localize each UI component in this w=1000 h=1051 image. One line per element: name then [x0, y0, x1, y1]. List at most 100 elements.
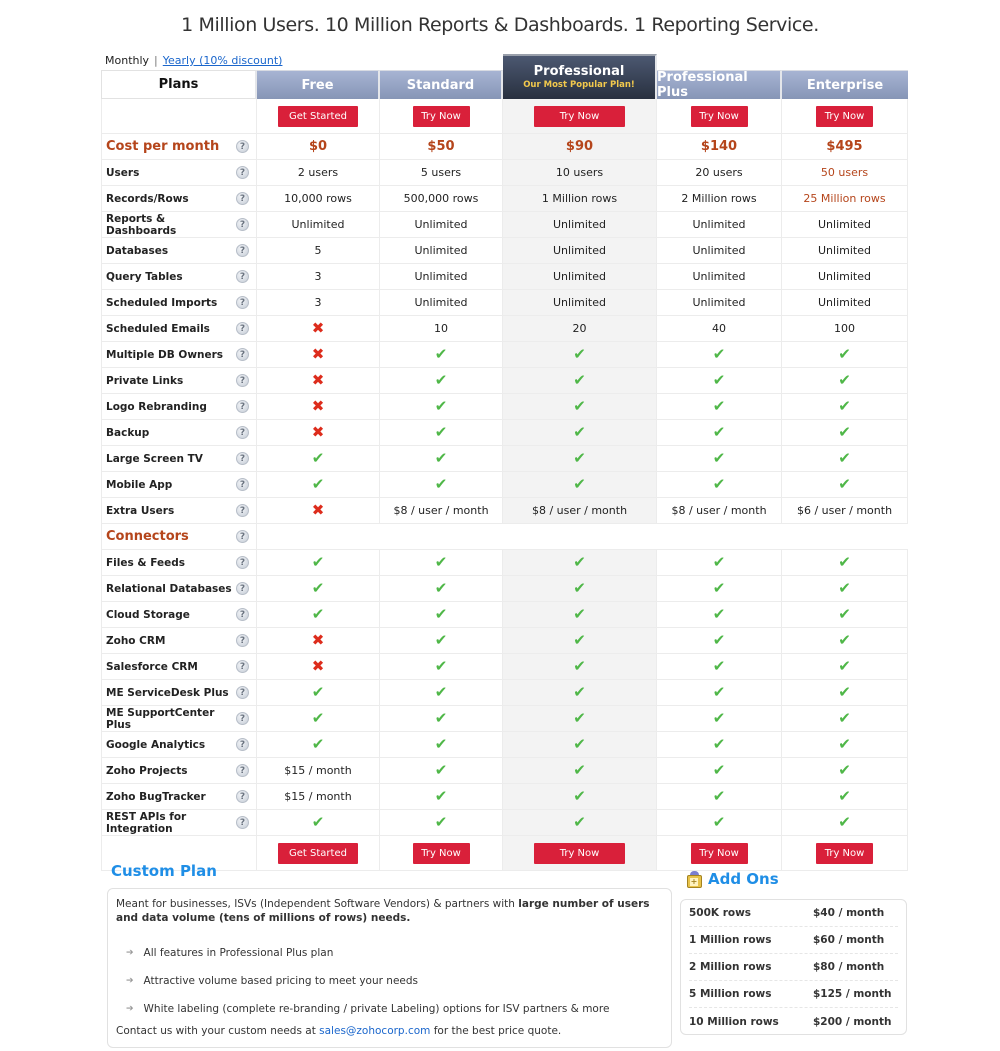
- help-icon[interactable]: ?: [236, 608, 249, 621]
- feature-label: Google Analytics: [106, 738, 206, 751]
- try-now-button-professional-bottom[interactable]: Try Now: [534, 842, 625, 864]
- feature-label-cell: Scheduled Emails?: [101, 316, 257, 341]
- add-ons-title: Add Ons: [708, 870, 779, 888]
- plan-header-professional-plus: Professional Plus: [657, 70, 782, 100]
- value-cell-professional: 1 Million rows: [503, 186, 657, 211]
- value-text: Unlimited: [818, 244, 871, 257]
- cross-icon: ✖: [311, 423, 325, 441]
- check-icon: ✔: [434, 709, 448, 727]
- help-icon[interactable]: ?: [236, 244, 249, 257]
- table-row: ME ServiceDesk Plus? ✔ ✔ ✔ ✔ ✔: [101, 680, 908, 706]
- check-icon: ✔: [712, 761, 726, 779]
- value-cell-professional: ✔: [503, 654, 657, 679]
- yearly-option-link[interactable]: Yearly (10% discount): [163, 54, 283, 67]
- get-started-button-free[interactable]: Get Started: [278, 105, 358, 127]
- help-icon[interactable]: ?: [236, 218, 249, 231]
- help-icon[interactable]: ?: [236, 348, 249, 361]
- value-text: 1 Million rows: [541, 192, 618, 205]
- help-icon[interactable]: ?: [236, 322, 249, 335]
- get-started-button-free-bottom[interactable]: Get Started: [278, 842, 358, 864]
- value-cell-professional-plus: ✔: [657, 784, 782, 809]
- help-icon[interactable]: ?: [236, 452, 249, 465]
- help-icon[interactable]: ?: [236, 400, 249, 413]
- value-cell-free: ✔: [257, 472, 380, 497]
- feature-label: Databases: [106, 244, 169, 257]
- sales-email-link[interactable]: sales@zohocorp.com: [319, 1025, 430, 1037]
- value-cell-free: $15 / month: [257, 784, 380, 809]
- feature-label-cell: Google Analytics?: [101, 732, 257, 757]
- value-cell-free: ✖: [257, 628, 380, 653]
- billing-toggle: Monthly | Yearly (10% discount): [105, 54, 282, 67]
- check-icon: ✔: [838, 683, 851, 701]
- help-icon[interactable]: ?: [236, 738, 249, 751]
- check-icon: ✔: [573, 475, 586, 493]
- help-icon[interactable]: ?: [236, 556, 249, 569]
- try-now-button-enterprise[interactable]: Try Now: [816, 105, 873, 127]
- check-icon: ✔: [712, 553, 726, 571]
- contact-suffix: for the best price quote.: [430, 1025, 562, 1037]
- check-icon: ✔: [573, 397, 586, 415]
- plan-header-standard: Standard: [380, 70, 503, 99]
- help-icon[interactable]: ?: [236, 140, 249, 153]
- value-cell-enterprise: ✔: [782, 810, 908, 835]
- value-cell-professional: ✔: [503, 680, 657, 705]
- help-icon[interactable]: ?: [236, 712, 249, 725]
- value-cell-professional-plus: ✔: [657, 550, 782, 575]
- value-cell-free: $15 / month: [257, 758, 380, 783]
- value-text: 500,000 rows: [403, 192, 479, 205]
- help-icon[interactable]: ?: [236, 660, 249, 673]
- help-icon[interactable]: ?: [236, 192, 249, 205]
- help-icon[interactable]: ?: [236, 166, 249, 179]
- try-now-button-standard-bottom[interactable]: Try Now: [412, 842, 470, 864]
- value-cell-free: ✖: [257, 342, 380, 367]
- try-now-button-professional[interactable]: Try Now: [534, 105, 625, 127]
- help-icon[interactable]: ?: [236, 374, 249, 387]
- help-icon[interactable]: ?: [236, 296, 249, 309]
- help-icon[interactable]: ?: [236, 686, 249, 699]
- value-text: 3: [314, 270, 322, 283]
- value-text: 5: [314, 244, 322, 257]
- monthly-option[interactable]: Monthly: [105, 54, 149, 67]
- value-text: Unlimited: [553, 296, 606, 309]
- help-icon[interactable]: ?: [236, 634, 249, 647]
- help-icon[interactable]: ?: [236, 816, 249, 829]
- value-cell-free: ✔: [257, 680, 380, 705]
- value-cell-standard: Unlimited: [380, 238, 503, 263]
- help-icon[interactable]: ?: [236, 270, 249, 283]
- help-icon[interactable]: ?: [236, 504, 249, 517]
- value-cell-professional: $8 / user / month: [503, 498, 657, 523]
- try-now-button-professional-plus[interactable]: Try Now: [690, 105, 748, 127]
- custom-plan-box: Meant for businesses, ISVs (Independent …: [107, 888, 672, 1048]
- feature-label: Backup: [106, 426, 150, 439]
- value-cell-free: ✔: [257, 446, 380, 471]
- feature-label: Salesforce CRM: [106, 660, 198, 673]
- help-icon[interactable]: ?: [236, 790, 249, 803]
- value-cell-professional: Unlimited: [503, 212, 657, 237]
- check-icon: ✔: [712, 735, 726, 753]
- value-cell-professional: ✔: [503, 446, 657, 471]
- value-cell-standard: ✔: [380, 654, 503, 679]
- cross-icon: ✖: [311, 631, 325, 649]
- feature-label-cell: Salesforce CRM?: [101, 654, 257, 679]
- check-icon: ✔: [573, 761, 586, 779]
- check-icon: ✔: [838, 553, 851, 571]
- try-now-button-standard[interactable]: Try Now: [412, 105, 470, 127]
- try-now-button-enterprise-bottom[interactable]: Try Now: [816, 842, 873, 864]
- value-text: Unlimited: [692, 218, 746, 231]
- value-cell-enterprise: ✔: [782, 732, 908, 757]
- table-row: Backup? ✖ ✔ ✔ ✔ ✔: [101, 420, 908, 446]
- help-icon[interactable]: ?: [236, 582, 249, 595]
- addon-price: $60 / month: [813, 934, 885, 946]
- help-icon[interactable]: ?: [236, 530, 249, 543]
- value-cell-professional: ✔: [503, 342, 657, 367]
- value-cell-professional: Unlimited: [503, 264, 657, 289]
- help-icon[interactable]: ?: [236, 426, 249, 439]
- add-ons-icon: +: [686, 870, 703, 888]
- value-cell-free: 3: [257, 290, 380, 315]
- value-text: Unlimited: [818, 296, 871, 309]
- help-icon[interactable]: ?: [236, 764, 249, 777]
- help-icon[interactable]: ?: [236, 478, 249, 491]
- plan-header-enterprise: Enterprise: [782, 70, 908, 99]
- try-now-button-professional-plus-bottom[interactable]: Try Now: [690, 842, 748, 864]
- table-row: Zoho CRM? ✖ ✔ ✔ ✔ ✔: [101, 628, 908, 654]
